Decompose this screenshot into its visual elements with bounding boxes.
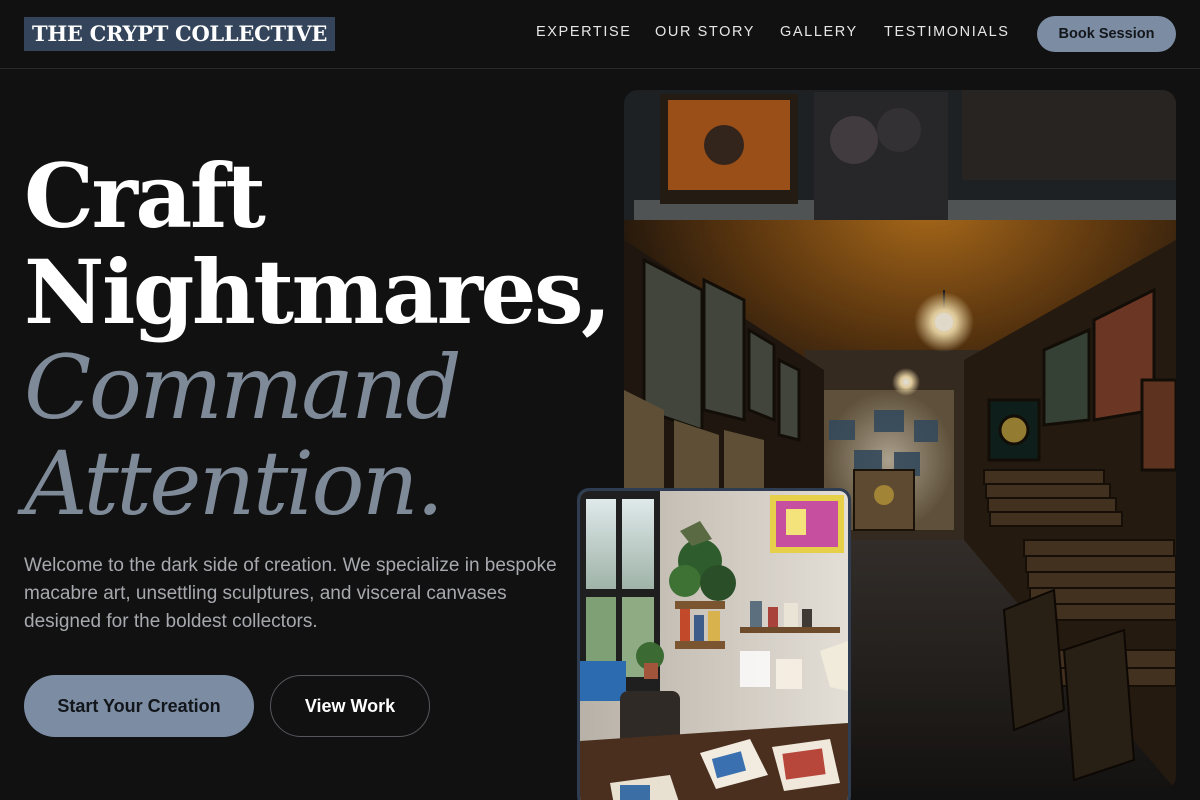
- nav-link-testimonials[interactable]: TESTIMONIALS: [884, 24, 1010, 40]
- nav-link-our-story[interactable]: OUR STORY: [655, 24, 755, 40]
- nav-link-expertise[interactable]: EXPERTISE: [536, 24, 632, 40]
- artist-studio-illustration: [580, 491, 848, 800]
- headline-line-3: Command: [24, 336, 462, 439]
- start-creation-button[interactable]: Start Your Creation: [24, 675, 254, 737]
- hero-intro-text: Welcome to the dark side of creation. We…: [24, 555, 557, 632]
- book-session-button[interactable]: Book Session: [1037, 16, 1176, 52]
- hero-headline: Craft Nightmares, Command Attention.: [24, 144, 612, 535]
- site-header: THE CRYPT COLLECTIVE EXPERTISE OUR STORY…: [0, 0, 1200, 69]
- nav-link-gallery[interactable]: GALLERY: [780, 24, 858, 40]
- site-logo[interactable]: THE CRYPT COLLECTIVE: [24, 17, 336, 51]
- view-work-button[interactable]: View Work: [270, 675, 430, 737]
- headline-line-1: Craft: [24, 144, 266, 248]
- headline-line-2: Nightmares,: [24, 240, 612, 344]
- artist-studio-image: [577, 488, 851, 800]
- headline-line-4: Attention.: [24, 432, 444, 535]
